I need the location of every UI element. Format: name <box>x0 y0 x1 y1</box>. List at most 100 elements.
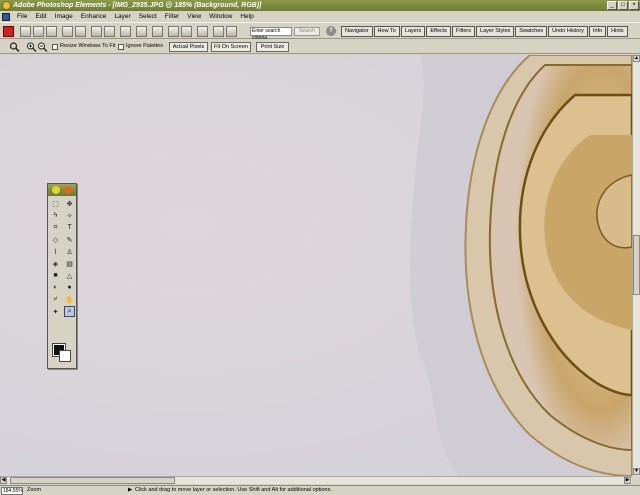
print-icon[interactable] <box>91 26 102 37</box>
search-input[interactable]: Enter search criteria <box>250 27 292 41</box>
photomerge-icon[interactable] <box>152 26 163 37</box>
status-hint: Click and drag to move layer or selectio… <box>135 487 332 493</box>
blur-tool-icon[interactable]: △ <box>64 270 75 281</box>
tab-swatches[interactable]: Swatches <box>515 26 548 37</box>
menu-image[interactable]: Image <box>51 13 77 20</box>
online-services-icon[interactable] <box>136 26 147 37</box>
maximize-button[interactable]: □ <box>618 1 628 10</box>
ignore-palettes-checkbox[interactable] <box>118 44 124 50</box>
hand-tool-icon[interactable]: ✋ <box>64 294 75 305</box>
close-button[interactable]: × <box>629 1 639 10</box>
menu-help[interactable]: Help <box>236 13 257 20</box>
email-icon[interactable] <box>120 26 131 37</box>
tab-filters[interactable]: Filters <box>452 26 476 37</box>
magic-wand-tool-icon[interactable]: ✧ <box>64 210 75 221</box>
window-controls: _ □ × <box>607 1 639 10</box>
eraser-tool-icon[interactable]: ◇ <box>50 234 61 245</box>
menu-enhance[interactable]: Enhance <box>77 13 111 20</box>
tab-how-to[interactable]: How To <box>373 26 400 37</box>
tool-grid: ⬚ ✥ ϟ ✧ ⌗ T ◇ ✎ ⌇ ♙ ◈ ▤ ■ △ ◐ ● ⌿ ✋ ✦ ⌕ <box>48 196 76 319</box>
new-file-icon[interactable] <box>20 26 31 37</box>
adobe-logo-icon[interactable] <box>3 26 14 37</box>
pencil-tool-icon[interactable]: ✎ <box>64 234 75 245</box>
scroll-up-arrow[interactable]: ▲ <box>633 55 640 62</box>
paint-bucket-tool-icon[interactable]: ◈ <box>50 258 61 269</box>
menu-select[interactable]: Select <box>135 13 161 20</box>
tab-layer-styles[interactable]: Layer Styles <box>476 26 515 37</box>
dodge-tool-icon[interactable]: ● <box>64 282 75 293</box>
tab-undo-history[interactable]: Undo History <box>548 26 588 37</box>
resize-windows-checkbox[interactable] <box>52 44 58 50</box>
move-tool-icon[interactable]: ✥ <box>64 198 75 209</box>
background-color-swatch[interactable] <box>59 350 71 362</box>
toolbox-logo-icon <box>52 186 60 194</box>
print-size-button[interactable]: Print Size <box>256 42 289 52</box>
marquee-tool-icon[interactable]: ⬚ <box>50 198 61 209</box>
app-icon[interactable] <box>2 1 11 10</box>
menu-filter[interactable]: Filter <box>161 13 183 20</box>
zoom-tool-icon[interactable]: ⌕ <box>64 306 75 317</box>
import-icon[interactable] <box>46 26 57 37</box>
status-bar: 184.55% Zoom ▶ Click and drag to move la… <box>0 485 640 495</box>
type-tool-icon[interactable]: T <box>64 222 75 233</box>
menu-window[interactable]: Window <box>205 13 236 20</box>
options-bar: Resize Windows To Fit Ignore Palettes Ac… <box>0 40 640 54</box>
zoom-in-icon[interactable] <box>26 42 37 52</box>
save-icon[interactable] <box>62 26 73 37</box>
help-icon[interactable]: ? <box>326 26 336 36</box>
palette-well: Navigator How To Layers Effects Filters … <box>341 26 628 37</box>
menu-file[interactable]: File <box>13 13 31 20</box>
toolbox-eye-icon <box>64 186 72 194</box>
tab-hints[interactable]: Hints <box>607 26 628 37</box>
step-forward-icon[interactable] <box>181 26 192 37</box>
status-arrow-icon: ▶ <box>128 487 133 493</box>
crop-tool-icon[interactable]: ⌗ <box>50 222 61 233</box>
vertical-scrollbar[interactable]: ▲ ▼ <box>632 55 640 476</box>
resize-windows-label: Resize Windows To Fit <box>60 43 116 49</box>
vertical-scroll-thumb[interactable] <box>633 235 640 295</box>
minimize-button[interactable]: _ <box>607 1 617 10</box>
tab-effects[interactable]: Effects <box>426 26 452 37</box>
menu-edit[interactable]: Edit <box>31 13 50 20</box>
search-button[interactable]: Search <box>294 27 320 36</box>
document-icon[interactable] <box>2 12 10 21</box>
gradient-tool-icon[interactable]: ▤ <box>64 258 75 269</box>
actual-pixels-button[interactable]: Actual Pixels <box>169 42 208 52</box>
toolbox-palette[interactable]: ⬚ ✥ ϟ ✧ ⌗ T ◇ ✎ ⌇ ♙ ◈ ▤ ■ △ ◐ ● ⌿ ✋ ✦ ⌕ <box>47 183 77 369</box>
scroll-left-arrow[interactable]: ◀ <box>0 477 7 484</box>
stamp-tool-icon[interactable]: ♙ <box>64 246 75 257</box>
scroll-down-arrow[interactable]: ▼ <box>633 468 640 475</box>
shape-tool-icon[interactable]: ■ <box>50 270 61 281</box>
photo-ear-image <box>410 55 632 476</box>
print-preview-icon[interactable] <box>104 26 115 37</box>
title-bar: Adobe Photoshop Elements - [IMG_2935.JPG… <box>0 0 640 11</box>
auto-contrast-icon[interactable] <box>226 26 237 37</box>
horizontal-scrollbar[interactable]: ◀ ▶ <box>0 476 632 484</box>
save-for-web-icon[interactable] <box>75 26 86 37</box>
sponge-tool-icon[interactable]: ◐ <box>50 282 61 293</box>
zoom-field[interactable]: 184.55% <box>1 487 23 495</box>
brush-tool-icon[interactable]: ⌇ <box>50 246 61 257</box>
auto-levels-icon[interactable] <box>213 26 224 37</box>
quick-fix-icon[interactable] <box>197 26 208 37</box>
zoom-tool-2-icon[interactable]: ✦ <box>50 306 61 317</box>
lasso-tool-icon[interactable]: ϟ <box>50 210 61 221</box>
ignore-palettes-label: Ignore Palettes <box>126 43 163 49</box>
shortcuts-bar: Enter search criteria Search ? Navigator… <box>0 22 640 41</box>
open-file-icon[interactable] <box>33 26 44 37</box>
document-canvas[interactable]: ⬚ ✥ ϟ ✧ ⌗ T ◇ ✎ ⌇ ♙ ◈ ▤ ■ △ ◐ ● ⌿ ✋ ✦ ⌕ <box>0 55 632 476</box>
menu-view[interactable]: View <box>183 13 205 20</box>
step-backward-icon[interactable] <box>168 26 179 37</box>
zoom-out-icon[interactable] <box>37 42 48 52</box>
scroll-right-arrow[interactable]: ▶ <box>624 477 631 484</box>
tab-info[interactable]: Info <box>588 26 607 37</box>
tab-layers[interactable]: Layers <box>400 26 426 37</box>
tab-navigator[interactable]: Navigator <box>341 26 373 37</box>
eyedropper-tool-icon[interactable]: ⌿ <box>50 294 61 305</box>
fit-on-screen-button[interactable]: Fit On Screen <box>211 42 251 52</box>
horizontal-scroll-thumb[interactable] <box>10 477 175 484</box>
toolbox-header[interactable] <box>48 184 76 196</box>
window-title: Adobe Photoshop Elements - [IMG_2935.JPG… <box>13 2 262 9</box>
menu-layer[interactable]: Layer <box>110 13 134 20</box>
zoom-tool-icon[interactable] <box>9 42 20 52</box>
